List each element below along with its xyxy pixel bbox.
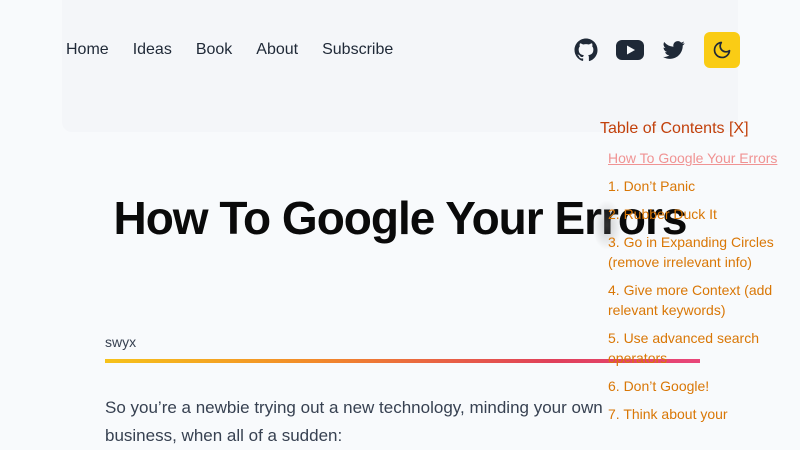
toc-item[interactable]: 5. Use advanced search operators [608,328,800,368]
social-links [570,32,740,68]
nav-subscribe-link[interactable]: Subscribe [322,40,393,60]
nav-home-link[interactable]: Home [66,40,109,60]
toc-item[interactable]: 4. Give more Context (add relevant keywo… [608,280,800,320]
twitter-icon[interactable] [658,32,690,68]
toc-item[interactable]: 2. Rubber Duck It [608,204,800,224]
toc-item[interactable]: 6. Don’t Google! [608,376,800,396]
theme-toggle-button[interactable] [704,32,740,68]
toc-item[interactable]: 7. Think about your [608,404,800,424]
github-icon[interactable] [570,32,602,68]
nav-about-link[interactable]: About [256,40,298,60]
nav-book-link[interactable]: Book [196,40,232,60]
moon-icon [712,40,732,60]
toc-heading[interactable]: Table of Contents [X] [600,118,800,140]
toc-item[interactable]: 1. Don’t Panic [608,176,800,196]
toc-item[interactable]: 3. Go in Expanding Circles (remove irrel… [608,232,800,272]
main-nav: Home Ideas Book About Subscribe [66,40,393,60]
toc-item[interactable]: How To Google Your Errors [608,148,800,168]
youtube-icon[interactable] [614,32,646,68]
table-of-contents: Table of Contents [X] How To Google Your… [600,118,800,432]
nav-ideas-link[interactable]: Ideas [133,40,172,60]
article-intro: So you’re a newbie trying out a new tech… [105,398,603,445]
toc-list: How To Google Your Errors 1. Don’t Panic… [600,148,800,424]
author-name: swyx [105,334,137,350]
